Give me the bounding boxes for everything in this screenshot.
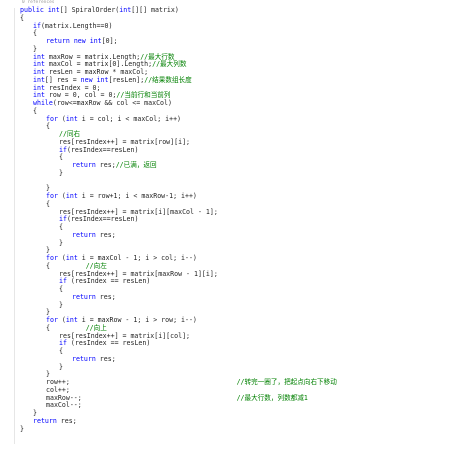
code-line: maxCol--; xyxy=(46,400,82,411)
code-text: { xyxy=(46,122,50,131)
code-text: { xyxy=(59,285,63,293)
code-line: for (int i = row+1; i < maxRow-1; i++) xyxy=(46,191,197,202)
code-line: { xyxy=(20,13,24,24)
code-text: { xyxy=(59,223,63,231)
code-line: } xyxy=(59,238,63,249)
code-line: public int[] SpiralOrder(int[][] matrix) xyxy=(20,5,179,16)
code-text: (resIndex==resLen) xyxy=(66,215,139,224)
code-keyword: int xyxy=(119,6,132,14)
code-line: { xyxy=(33,28,37,39)
code-line: return res;//已满，返回 xyxy=(72,160,157,171)
code-line: { xyxy=(46,199,50,210)
code-editor[interactable]: 0 references public int[] SpiralOrder(in… xyxy=(0,0,451,451)
code-line: } xyxy=(20,424,24,435)
code-line: } xyxy=(59,362,63,373)
code-text: (resIndex == resLen) xyxy=(66,277,151,286)
code-keyword: int xyxy=(65,192,78,200)
code-text: ( xyxy=(57,114,66,123)
code-text: { xyxy=(59,153,63,162)
code-text: } xyxy=(59,168,63,177)
code-text: maxCol--; xyxy=(46,401,82,410)
code-line: { xyxy=(33,106,37,117)
code-text: i = col; i < maxCol; i++) xyxy=(77,114,182,123)
code-text: res; xyxy=(95,354,116,363)
code-keyword: return xyxy=(33,416,57,425)
code-line: while(row<=maxRow && col <= maxCol) xyxy=(33,98,172,109)
code-line: } xyxy=(59,168,63,179)
code-text: [][] matrix) xyxy=(131,6,179,14)
code-line: if(matrix.Length==0) xyxy=(33,21,112,32)
code-text: [] SpiralOrder( xyxy=(59,6,120,14)
code-text: row++; xyxy=(46,378,237,386)
code-text: [resLen]; xyxy=(108,75,145,84)
code-keyword: int xyxy=(47,6,60,14)
code-line: return res; xyxy=(72,230,116,241)
code-text: { xyxy=(33,29,37,38)
code-line: } xyxy=(59,300,63,311)
code-line: { xyxy=(59,284,63,295)
code-line: if (resIndex == resLen) xyxy=(59,338,150,349)
code-line: if (resIndex == resLen) xyxy=(59,276,150,287)
code-text: (row<=maxRow && col <= maxCol) xyxy=(52,99,172,107)
code-line: { xyxy=(46,121,50,132)
code-text: { xyxy=(33,106,37,115)
code-comment: //已满，返回 xyxy=(115,161,157,169)
code-keyword: return xyxy=(72,161,96,169)
code-text: res; xyxy=(95,161,116,169)
code-line: { xyxy=(59,346,63,357)
code-comment: //最大列数 xyxy=(152,60,187,69)
code-line: return res; xyxy=(72,292,116,303)
code-comment: //最大行数，列数都减1 xyxy=(236,393,308,402)
indent-guide xyxy=(14,8,15,444)
code-keyword: return xyxy=(72,292,96,301)
code-text: [0]; xyxy=(101,37,118,45)
code-keyword: return xyxy=(46,37,70,45)
code-line: row++; //转完一圈了，把起点向右下移动 xyxy=(46,377,337,388)
code-text: { xyxy=(46,199,50,208)
code-comment: //结果数组长度 xyxy=(144,75,192,84)
code-text: { xyxy=(20,13,24,22)
code-text: (resIndex == resLen) xyxy=(66,339,151,348)
code-line: { xyxy=(59,152,63,163)
code-text: } xyxy=(59,362,63,371)
code-line: if(resIndex==resLen) xyxy=(59,145,138,156)
code-line: if(resIndex==resLen) xyxy=(59,214,138,225)
code-keyword: int xyxy=(89,37,102,45)
code-text: } xyxy=(20,424,24,433)
code-text: } xyxy=(59,300,63,309)
code-keyword: int xyxy=(65,114,78,123)
code-keyword: new xyxy=(73,37,86,45)
code-text: ( xyxy=(57,192,66,200)
code-text: res; xyxy=(95,292,116,301)
code-text: res; xyxy=(95,230,116,239)
code-line: return new int[0]; xyxy=(46,36,118,47)
code-keyword: return xyxy=(72,230,96,239)
code-keyword: return xyxy=(72,354,96,363)
code-text: { xyxy=(59,347,63,355)
code-text: i = row+1; i < maxRow-1; i++) xyxy=(77,192,197,200)
code-line: maxRow--; //最大行数，列数都减1 xyxy=(46,393,308,404)
code-line: for (int i = col; i < maxCol; i++) xyxy=(46,114,181,125)
code-text: (resIndex==resLen) xyxy=(66,145,139,154)
code-line: return res; xyxy=(72,354,116,365)
code-text: } xyxy=(59,238,63,247)
code-line: { xyxy=(59,222,63,233)
code-line: return res; xyxy=(33,416,77,427)
code-comment: //转完一圈了，把起点向右下移动 xyxy=(236,378,337,386)
code-text: res; xyxy=(56,416,77,425)
code-text: (matrix.Length==0) xyxy=(40,21,113,30)
